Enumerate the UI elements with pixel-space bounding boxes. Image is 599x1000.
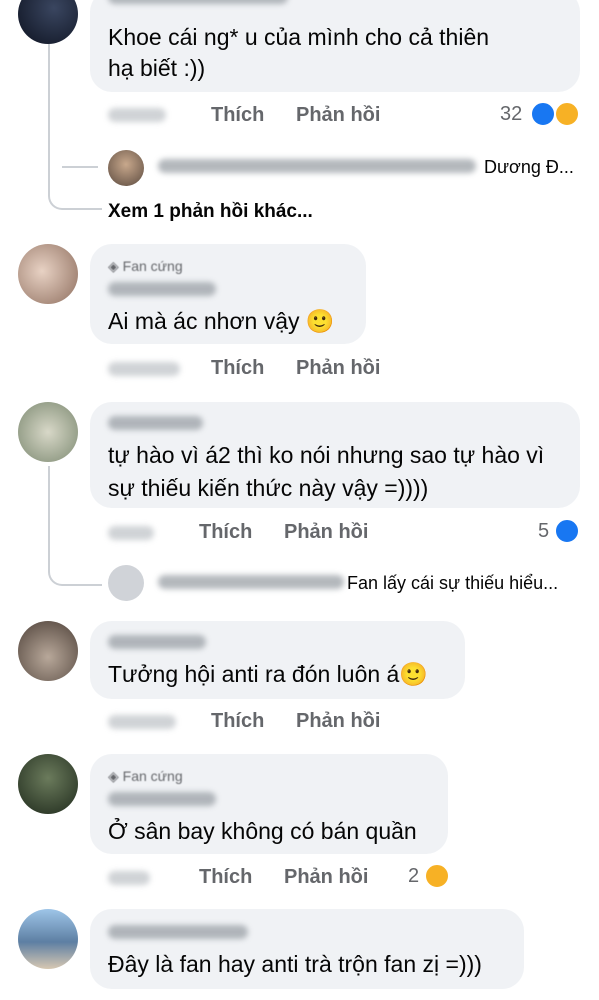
comment-text: sự thiếu kiến thức này vậy =)))) [108,475,429,501]
thread-line [62,166,98,168]
fan-badge-label: Fan cứng [122,768,183,784]
author-name[interactable] [108,282,216,296]
author-name[interactable] [108,792,216,806]
avatar[interactable] [18,909,78,969]
author-name[interactable] [108,635,206,649]
timestamp[interactable] [108,715,176,729]
comment-text: Ai mà ác nhơn vậy 🙂 [108,308,335,334]
avatar[interactable] [18,621,78,681]
haha-icon [424,863,450,889]
reply-button[interactable]: Phản hồi [296,710,380,733]
avatar[interactable] [18,0,78,44]
avatar[interactable] [108,565,144,601]
timestamp[interactable] [108,362,180,376]
avatar[interactable] [108,150,144,186]
like-button[interactable]: Thích [211,104,264,127]
fan-badge-label: Fan cứng [122,258,183,274]
thread-line [48,44,102,210]
view-more-replies-link[interactable]: Xem 1 phản hồi khác... [108,201,313,223]
comment-bubble: ◈ Fan cứng Ai mà ác nhơn vậy 🙂 [90,244,366,344]
reply-preview[interactable]: Fan lấy cái sự thiếu hiểu... [347,573,558,594]
like-icon [530,101,556,127]
reply-button[interactable]: Phản hồi [296,104,380,127]
fan-badge: ◈ Fan cứng [108,258,183,274]
reply-button[interactable]: Phản hồi [296,357,380,380]
reaction-count[interactable]: 32 [500,103,522,126]
like-icon [554,518,580,544]
author-name[interactable] [108,0,288,4]
avatar[interactable] [18,754,78,814]
comment-bubble: Khoe cái ng* u của mình cho cả thiên hạ … [90,0,580,92]
like-button[interactable]: Thích [211,357,264,380]
avatar[interactable] [18,244,78,304]
reply-button[interactable]: Phản hồi [284,521,368,544]
comment-text: hạ biết :)) [108,55,206,81]
comment-bubble: tự hào vì á2 thì ko nói nhưng sao tự hào… [90,402,580,508]
like-button[interactable]: Thích [199,521,252,544]
reply-button[interactable]: Phản hồi [284,866,368,889]
thread-line [48,466,102,586]
comment-text: tự hào vì á2 thì ko nói nhưng sao tự hào… [108,442,545,468]
author-name[interactable] [158,159,476,173]
timestamp[interactable] [108,871,150,885]
avatar[interactable] [18,402,78,462]
author-name[interactable] [158,575,344,589]
reply-preview[interactable]: Dương Đ... [484,157,574,178]
reaction-count[interactable]: 2 [408,865,419,888]
like-button[interactable]: Thích [199,866,252,889]
reaction-count[interactable]: 5 [538,520,549,543]
fan-badge: ◈ Fan cứng [108,768,183,784]
comment-bubble: Đây là fan hay anti trà trộn fan zị =))) [90,909,524,989]
comment-bubble: ◈ Fan cứng Ở sân bay không có bán quần [90,754,448,854]
comment-text: Đây là fan hay anti trà trộn fan zị =))) [108,951,482,977]
timestamp[interactable] [108,526,154,540]
comment-text: Ở sân bay không có bán quần [108,818,417,844]
comment-text: Khoe cái ng* u của mình cho cả thiên [108,24,490,50]
haha-icon [554,101,580,127]
author-name[interactable] [108,416,203,430]
author-name[interactable] [108,925,248,939]
timestamp[interactable] [108,108,166,122]
comment-text: Tưởng hội anti ra đón luôn á🙂 [108,661,428,687]
like-button[interactable]: Thích [211,710,264,733]
comment-bubble: Tưởng hội anti ra đón luôn á🙂 [90,621,465,699]
